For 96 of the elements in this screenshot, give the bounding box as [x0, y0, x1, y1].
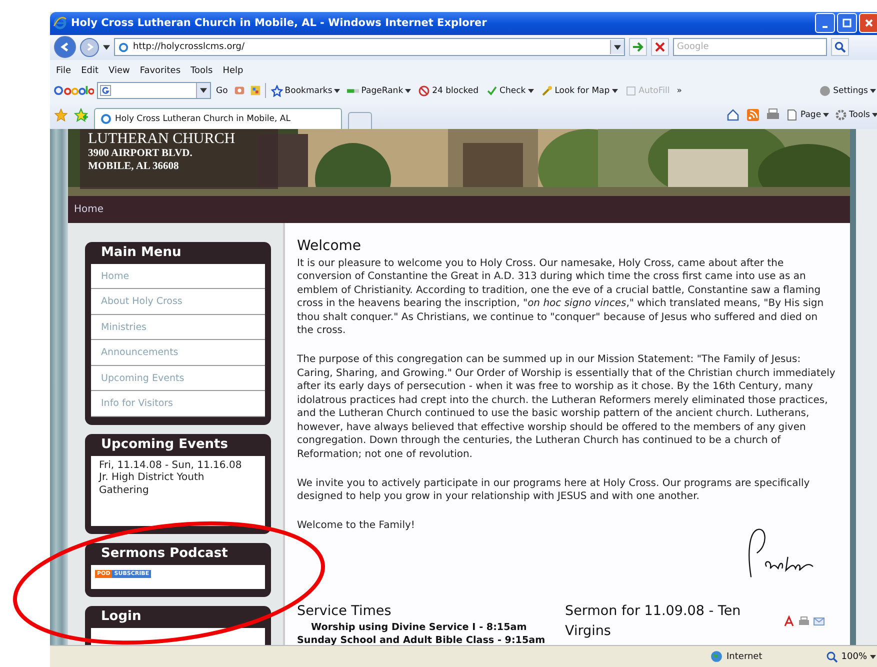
- page-icon: [786, 109, 798, 122]
- arrow-icon: [632, 41, 644, 54]
- menu-item[interactable]: Help: [222, 66, 244, 76]
- page-globe-icon: [118, 42, 129, 53]
- event-text: Jr. High District Youth Gathering: [99, 472, 206, 498]
- service-time-text: Sunday School and Adult Bible Class - 9:15am: [297, 634, 546, 646]
- home-button[interactable]: [726, 108, 740, 122]
- service-time-text: Worship using Divine Service I - 8:15am: [310, 621, 528, 634]
- feed-icon: [746, 108, 760, 122]
- globe-icon: [710, 650, 723, 664]
- favorites-star-icon[interactable]: [54, 108, 68, 122]
- section-heading: Sermon for 11.09.08 - Ten Virgins: [565, 602, 742, 642]
- command-button[interactable]: Page: [786, 109, 830, 122]
- rank-bar-icon: [347, 88, 360, 93]
- go-button[interactable]: [629, 38, 647, 56]
- wand-icon: [540, 84, 553, 97]
- toolbar-button[interactable]: Check: [484, 84, 536, 97]
- menu-item[interactable]: Edit: [81, 66, 98, 76]
- caret-icon: [405, 88, 412, 93]
- caret-icon: [612, 88, 618, 93]
- g-logo-icon: [100, 85, 111, 96]
- dropdown-button[interactable]: [610, 40, 624, 54]
- home-icon: [726, 108, 740, 122]
- back-button[interactable]: [54, 36, 76, 58]
- blocked-icon: [418, 84, 430, 97]
- zoom-icon: [826, 650, 838, 663]
- address-field[interactable]: http://holycrosslcms.org/: [114, 38, 625, 56]
- caret-icon: [200, 88, 207, 94]
- menu-item[interactable]: View: [108, 66, 130, 76]
- close-icon: [864, 18, 874, 28]
- go-button[interactable]: Go: [214, 86, 230, 96]
- welcome-paragraph: Welcome to the Family!: [297, 519, 416, 533]
- pdf-icon[interactable]: [783, 615, 795, 628]
- window-title: Holy Cross Lutheran Church in Mobile, AL - Windows Internet Explorer: [71, 17, 487, 30]
- caret-icon: [614, 44, 621, 50]
- minimize-button[interactable]: [815, 13, 835, 34]
- print-icon[interactable]: [798, 615, 810, 628]
- toolbar-tool-icon[interactable]: [248, 84, 262, 98]
- security-zone-text: Internet: [726, 652, 764, 662]
- welcome-paragraph: The purpose of this congregation can be summed up in our Mission Statement: "The Family of Jesus: Caring, Sharing, and Growing." Our Order of Worship is essentially that of the Christian church immediately after its early days of persecution - when it was free to worship as it chose. By the 16th Century, many idolatrous practices had crept into the church. the Lutheran Reformers merely eliminated those practices, and the Lutheran Church continued to use the basic worship pattern of the ancient church. Lutherans, however, have always believed that effective worship should be offered to the members of any given congregation. Down through the centuries, the Lutheran Church has continued to be a church of Reformation; not one of revolution.: [297, 353, 836, 462]
- panel-title: Sermons Podcast: [100, 544, 229, 563]
- zoom-button[interactable]: 100%: [826, 650, 876, 663]
- scrollbar[interactable]: [850, 128, 856, 646]
- event-text: Fri, 11.14.08 - Sun, 11.16.08: [99, 460, 243, 472]
- page-heading: Welcome: [297, 238, 362, 255]
- check-icon: [486, 84, 498, 97]
- panel-title: Login: [100, 608, 142, 626]
- command-button[interactable]: Tools: [835, 109, 877, 122]
- church-address-text: LUTHERAN CHURCH: [88, 132, 236, 147]
- add-favorite-icon[interactable]: [74, 108, 88, 122]
- panel-title: Upcoming Events: [100, 436, 229, 454]
- welcome-paragraph: We invite you to actively participate in our programs here at Holy Cross. Our programs are specifically designed to help you grow in your relationship with JESUS and with one another.: [297, 476, 811, 504]
- toolbar-button[interactable]: PageRank: [345, 86, 414, 96]
- stop-button[interactable]: [651, 38, 669, 56]
- dropdown-button[interactable]: [196, 83, 210, 98]
- page-globe-icon: [100, 112, 112, 125]
- close-icon: [654, 41, 666, 54]
- form-icon: [624, 84, 637, 97]
- search-button[interactable]: [831, 38, 849, 56]
- menu-item[interactable]: Tools: [190, 66, 213, 76]
- caret-icon[interactable]: [103, 44, 110, 50]
- close-button[interactable]: [859, 13, 877, 34]
- section-heading: Service Times: [297, 602, 392, 622]
- minimize-icon: [822, 26, 828, 28]
- menu-item[interactable]: Favorites: [140, 66, 181, 76]
- toolbar-search-field[interactable]: [97, 82, 211, 100]
- welcome-paragraph: It is our pleasure to welcome you to Holy Cross. Our namesake, Holy Cross, came about after the conversion of Constantine the Great in A.D. 313 during which time the cross first came into use as an emblem of Christianity. According to tradition, one the eve of a crucial battle, Constantine saw a flaming cross in the heavens bearing the inscription, "on hoc signo vinces," which translated means, "By His sign thou shalt conquer." As Christians, we continue to "conquer" because of Jesus who suffered and died on the cross.: [297, 256, 825, 338]
- feeds-button[interactable]: [746, 108, 760, 122]
- caret-icon: [870, 654, 876, 659]
- browser-logo-icon: [53, 16, 67, 30]
- toolbar-button[interactable]: Bookmarks: [268, 84, 342, 97]
- maximize-icon: [842, 18, 852, 28]
- caret-icon: [872, 113, 877, 118]
- forward-button[interactable]: [80, 38, 99, 57]
- church-address-text: 3900 AIRPORT BLVD.: [88, 146, 194, 160]
- browser-tab[interactable]: Holy Cross Lutheran Church in Mobile, AL: [94, 108, 342, 129]
- more-button[interactable]: »: [674, 86, 684, 96]
- maximize-button[interactable]: [837, 13, 857, 34]
- caret-icon: [823, 113, 830, 118]
- star-icon: [270, 84, 283, 97]
- search-icon: [834, 41, 846, 54]
- panel-title: Main Menu: [100, 244, 182, 262]
- email-icon[interactable]: [813, 615, 825, 628]
- gear-icon: [835, 109, 848, 122]
- search-field[interactable]: Google: [673, 38, 827, 56]
- church-address-text: MOBILE, AL 36608: [88, 160, 180, 173]
- toolbar-button[interactable]: Look for Map: [538, 84, 620, 97]
- caret-icon: [334, 88, 340, 93]
- caret-icon: [528, 88, 534, 93]
- menu-item[interactable]: File: [56, 66, 72, 76]
- settings-icon: [819, 84, 832, 97]
- google-logo-icon: [54, 84, 94, 98]
- nav-link[interactable]: Home: [74, 204, 104, 215]
- toolbar-button[interactable]: 24 blocked: [416, 84, 481, 97]
- caret-icon: [870, 88, 876, 93]
- settings-button[interactable]: Settings: [817, 84, 877, 97]
